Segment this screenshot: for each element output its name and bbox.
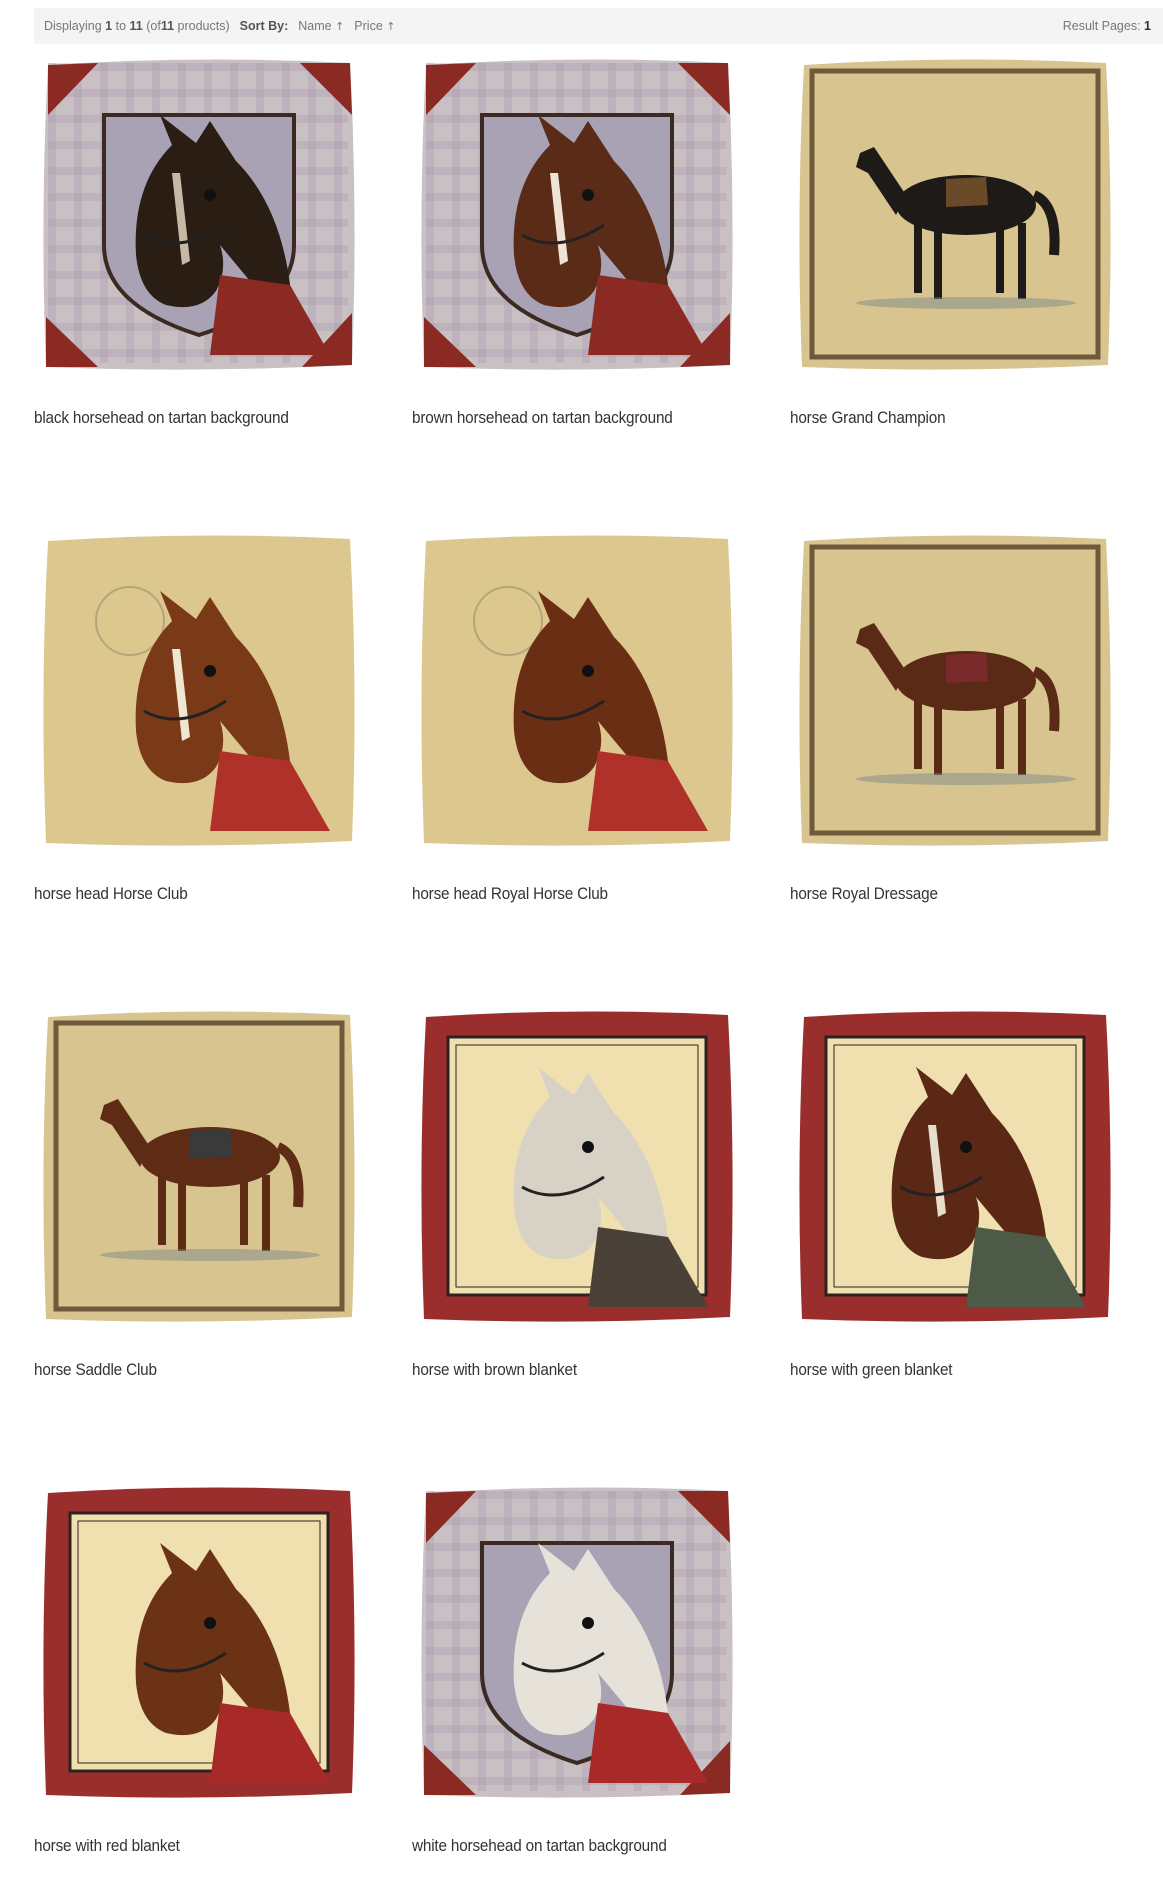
current-page-number[interactable]: 1 (1144, 19, 1151, 33)
product-image (421, 535, 733, 846)
product-image (421, 1487, 733, 1798)
total-suffix: products) (177, 19, 230, 33)
product-card[interactable]: horse head Royal Horse Club (412, 530, 733, 903)
displaying-prefix: Displaying (44, 19, 102, 33)
sort-price-label: Price (354, 19, 383, 33)
product-image (799, 1011, 1111, 1322)
result-pages: Result Pages: 1 (1063, 19, 1151, 33)
product-title-link[interactable]: horse Saddle Club (34, 1360, 157, 1380)
product-card[interactable]: horse Saddle Club (34, 1006, 355, 1379)
product-image-link[interactable] (790, 530, 1120, 850)
product-title-link[interactable]: horse Grand Champion (790, 408, 946, 428)
product-image (799, 59, 1111, 370)
product-image-link[interactable] (790, 54, 1120, 374)
sort-arrow-up-icon: ↑ (335, 20, 345, 33)
product-title-link[interactable]: horse with red blanket (34, 1836, 180, 1856)
sort-by-name-link[interactable]: Name ↑ (298, 19, 344, 33)
product-title-link[interactable]: horse Royal Dressage (790, 884, 938, 904)
listing-bar: Displaying 1 to 11 (of11 products) Sort … (34, 8, 1163, 44)
product-title-link[interactable]: white horsehead on tartan background (412, 1836, 667, 1856)
product-card[interactable]: horse with green blanket (790, 1006, 1111, 1379)
product-image-link[interactable] (412, 54, 742, 374)
result-pages-label: Result Pages: (1062, 19, 1141, 33)
product-image-link[interactable] (790, 1006, 1120, 1326)
sort-arrow-up-icon: ↑ (386, 20, 396, 33)
range-to-word: to (115, 19, 127, 33)
sort-name-label: Name (298, 19, 332, 33)
product-title-link[interactable]: horse head Horse Club (34, 884, 188, 904)
product-image-link[interactable] (34, 1006, 364, 1326)
product-image (43, 1011, 355, 1322)
product-card[interactable]: horse Royal Dressage (790, 530, 1111, 903)
product-title-link[interactable]: brown horsehead on tartan background (412, 408, 673, 428)
product-card[interactable]: horse with brown blanket (412, 1006, 733, 1379)
product-image-link[interactable] (34, 1482, 364, 1802)
total-prefix: (of (146, 19, 161, 33)
product-card[interactable]: horse head Horse Club (34, 530, 355, 903)
product-title-link[interactable]: black horsehead on tartan background (34, 408, 289, 428)
product-card[interactable]: brown horsehead on tartan background (412, 54, 733, 427)
range-from: 1 (105, 19, 113, 33)
product-image-link[interactable] (412, 530, 742, 850)
product-title-link[interactable]: horse with brown blanket (412, 1360, 577, 1380)
listing-summary: Displaying 1 to 11 (of11 products) Sort … (44, 19, 395, 33)
product-image (43, 59, 355, 370)
displaying-text: Displaying 1 to 11 (of11 products) (44, 19, 230, 33)
product-image (421, 1011, 733, 1322)
product-image (43, 1487, 355, 1798)
product-image (421, 59, 733, 370)
product-image-link[interactable] (34, 54, 364, 374)
sort-by-label: Sort By: (239, 19, 289, 33)
product-card[interactable]: black horsehead on tartan background (34, 54, 355, 427)
product-card[interactable]: horse Grand Champion (790, 54, 1111, 427)
product-card[interactable]: white horsehead on tartan background (412, 1482, 733, 1855)
product-image-link[interactable] (34, 530, 364, 850)
total-count: 11 (160, 19, 175, 33)
range-to: 11 (129, 19, 143, 33)
product-image (43, 535, 355, 846)
sort-by-price-link[interactable]: Price ↑ (354, 19, 395, 33)
product-image-link[interactable] (412, 1006, 742, 1326)
product-title-link[interactable]: horse head Royal Horse Club (412, 884, 608, 904)
product-image (799, 535, 1111, 846)
product-image-link[interactable] (412, 1482, 742, 1802)
product-card[interactable]: horse with red blanket (34, 1482, 355, 1855)
product-title-link[interactable]: horse with green blanket (790, 1360, 953, 1380)
